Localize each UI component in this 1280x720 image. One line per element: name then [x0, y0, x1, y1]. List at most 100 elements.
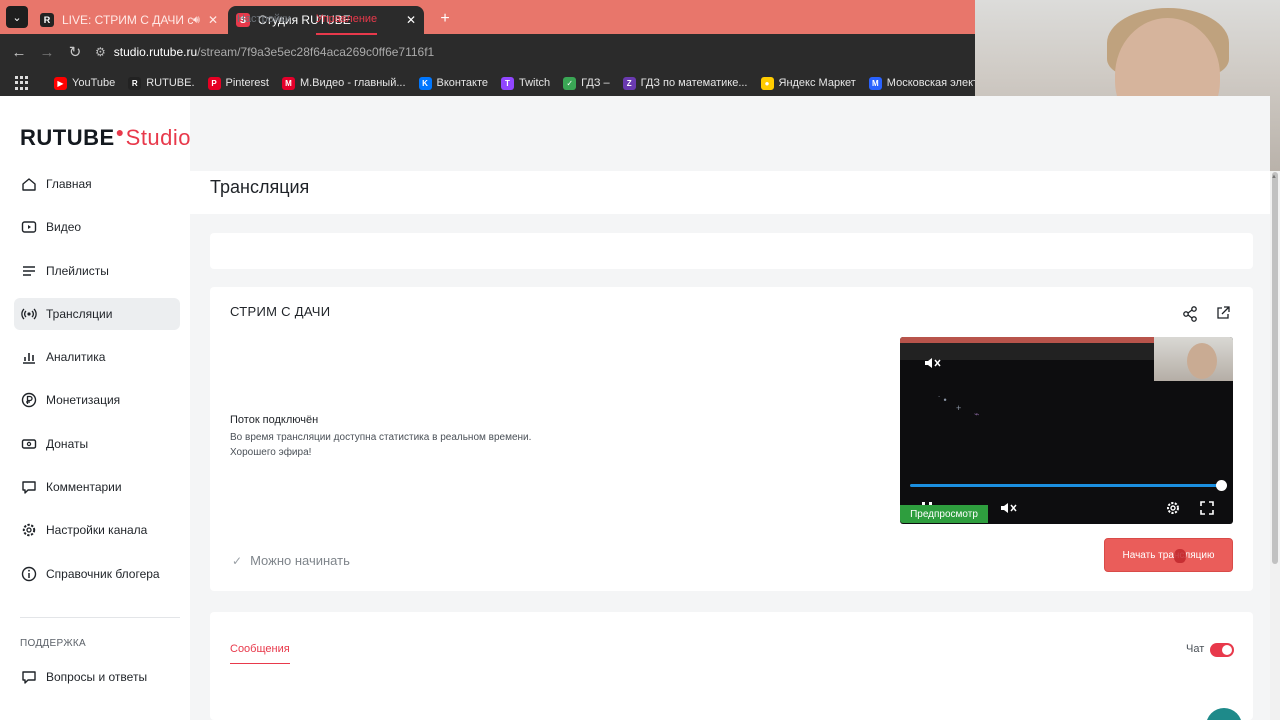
scrollbar-thumb[interactable] — [1272, 172, 1278, 564]
page-title: Трансляция — [210, 177, 310, 197]
sidebar-item-donate[interactable]: Донаты — [14, 428, 180, 460]
chevron-down-icon: ⌄ — [12, 11, 22, 24]
bookmark-item[interactable]: M М.Видео - главный... — [281, 76, 406, 90]
browser-tab-strip: ⌄ R LIVE: СТРИМ С ДАЧИ смот 🔊︎ ✕ S Студи… — [0, 0, 975, 34]
tab-messages[interactable]: Сообщения — [230, 643, 290, 664]
home-icon — [20, 175, 38, 193]
sidebar-item-monetization[interactable]: Монетизация — [14, 384, 180, 416]
bookmark-label: Twitch — [518, 77, 551, 89]
page-header — [190, 171, 1270, 214]
tab-settings[interactable]: Настройки — [237, 13, 291, 25]
bookmark-item[interactable]: T Twitch — [500, 76, 551, 90]
stream-title: СТРИМ С ДАЧИ — [230, 304, 331, 319]
sidebar-item-video[interactable]: Видео — [14, 211, 180, 243]
tab-search-button[interactable]: ⌄ — [6, 6, 28, 28]
sidebar-item-playlist[interactable]: Плейлисты — [14, 255, 180, 287]
close-icon[interactable]: ✕ — [406, 13, 416, 27]
bookmark-item[interactable]: K Вконтакте — [418, 76, 488, 90]
start-broadcast-button[interactable]: Начать трансляцию — [1104, 538, 1233, 572]
sidebar-item-label: Трансляции — [46, 306, 113, 321]
site-info-icon[interactable]: ⚙︎ — [95, 45, 106, 59]
scroll-up-icon[interactable]: ▲ — [1271, 174, 1277, 180]
preview-artifact: + — [956, 403, 962, 413]
sidebar-item-label: Главная — [46, 177, 92, 191]
back-arrow-icon[interactable]: ← — [5, 44, 33, 61]
apps-grid-icon[interactable] — [15, 76, 28, 90]
volume-muted-icon[interactable] — [1000, 499, 1018, 517]
sidebar-item-label: Плейлисты — [46, 263, 109, 278]
page-tabs — [210, 233, 1253, 269]
sidebar-item-home[interactable]: Главная — [14, 168, 180, 200]
url-path: /stream/7f9a3e5ec28f64aca269c0ff6e7116f1 — [197, 45, 435, 59]
close-icon[interactable]: ✕ — [208, 13, 218, 27]
reload-icon[interactable]: ↻ — [61, 43, 89, 61]
bookmark-label: ГДЗ по математике... — [640, 77, 748, 89]
speaker-icon[interactable]: 🔊︎ — [193, 14, 200, 27]
sidebar-item-analytics[interactable]: Аналитика — [14, 341, 180, 373]
bookmark-label: ГДЗ – — [581, 77, 610, 89]
broadcast-icon — [20, 305, 38, 323]
forward-arrow-icon[interactable]: → — [33, 44, 61, 61]
bookmark-label: Pinterest — [225, 77, 269, 89]
share-icon[interactable] — [1181, 305, 1199, 323]
vk-icon: K — [418, 76, 432, 90]
ready-indicator: ✓ Можно начинать — [232, 553, 350, 568]
sidebar-item-faq[interactable]: Вопросы и ответы — [14, 661, 180, 693]
progress-knob[interactable] — [1215, 480, 1227, 491]
external-link-icon[interactable] — [1215, 305, 1231, 321]
comments-icon — [20, 478, 38, 496]
stream-status-text-2: Хорошего эфира! — [230, 447, 312, 458]
sidebar-item-broadcast[interactable]: Трансляции — [14, 297, 180, 330]
hand-cursor-icon — [1174, 549, 1186, 563]
preview-frame-webcam — [1154, 337, 1233, 381]
bookmark-item[interactable]: ✓ ГДЗ – — [563, 76, 610, 90]
twitch-icon: T — [500, 76, 514, 90]
browser-toolbar: ← → ↻ ⚙︎ studio.rutube.ru/stream/7f9a3e5… — [0, 34, 975, 70]
new-tab-button[interactable]: + — [434, 8, 456, 30]
chat-toggle[interactable] — [1210, 643, 1234, 657]
rutube-studio-logo[interactable]: RUTUBE ● Studio — [20, 124, 192, 151]
checkmark-icon: ✓ — [232, 553, 243, 568]
playlist-icon — [20, 262, 38, 280]
gdz-math-icon: Z — [622, 76, 636, 90]
fullscreen-icon[interactable] — [1198, 499, 1216, 517]
sidebar-item-label: Справочник блогера — [46, 566, 160, 581]
bookmark-item[interactable]: ● Яндекс Маркет — [760, 76, 856, 90]
logo-dot: ● — [115, 124, 125, 140]
info-icon — [20, 565, 38, 583]
bookmark-item[interactable]: ▶ YouTube — [54, 76, 116, 90]
gear-icon[interactable] — [1164, 499, 1182, 517]
logo-product: Studio — [125, 125, 192, 150]
sidebar-item-label: Видео — [46, 220, 82, 235]
browser-tab-live[interactable]: R LIVE: СТРИМ С ДАЧИ смот 🔊︎ ✕ — [32, 6, 226, 34]
bookmark-label: Яндекс Маркет — [778, 77, 856, 89]
bookmark-item[interactable]: R RUTUBE. — [128, 76, 195, 90]
bookmark-item[interactable]: P Pinterest — [207, 76, 269, 90]
sidebar-item-comments[interactable]: Комментарии — [14, 471, 180, 503]
sidebar-item-info[interactable]: Справочник блогера — [14, 558, 180, 590]
preview-player[interactable]: ˙ • + ⌁ — [900, 337, 1233, 524]
sidebar-item-settings[interactable]: Настройки канала — [14, 514, 180, 546]
bookmark-label: М.Видео - главный... — [299, 77, 406, 89]
sidebar-item-label: Монетизация — [46, 393, 121, 408]
analytics-icon — [20, 348, 38, 366]
tab-title: LIVE: СТРИМ С ДАЧИ смот — [62, 13, 193, 27]
mos-icon: M — [868, 76, 882, 90]
sidebar-divider — [20, 617, 180, 618]
rutube-icon: R — [128, 76, 142, 90]
address-bar[interactable]: ⚙︎ studio.rutube.ru/stream/7f9a3e5ec28f6… — [95, 38, 975, 66]
muted-icon[interactable] — [924, 356, 942, 370]
sidebar-nav: Главная Видео Плейлисты Трансляции Аналитика… — [14, 168, 180, 601]
progress-bar[interactable] — [910, 484, 1221, 487]
youtube-icon: ▶ — [54, 76, 67, 90]
preview-badge: Предпросмотр — [900, 505, 988, 523]
bookmark-label: YouTube — [72, 77, 116, 89]
support-section-label: ПОДДЕРЖКА — [20, 638, 86, 649]
tab-management[interactable]: Управление — [316, 13, 378, 35]
sidebar-item-label: Вопросы и ответы — [46, 670, 148, 684]
sidebar-item-label: Настройки канала — [46, 523, 148, 538]
ready-text: Можно начинать — [250, 553, 350, 568]
gdz-icon: ✓ — [563, 76, 577, 90]
bookmark-item[interactable]: Z ГДЗ по математике... — [622, 76, 748, 90]
sidebar-item-label: Комментарии — [46, 480, 122, 495]
